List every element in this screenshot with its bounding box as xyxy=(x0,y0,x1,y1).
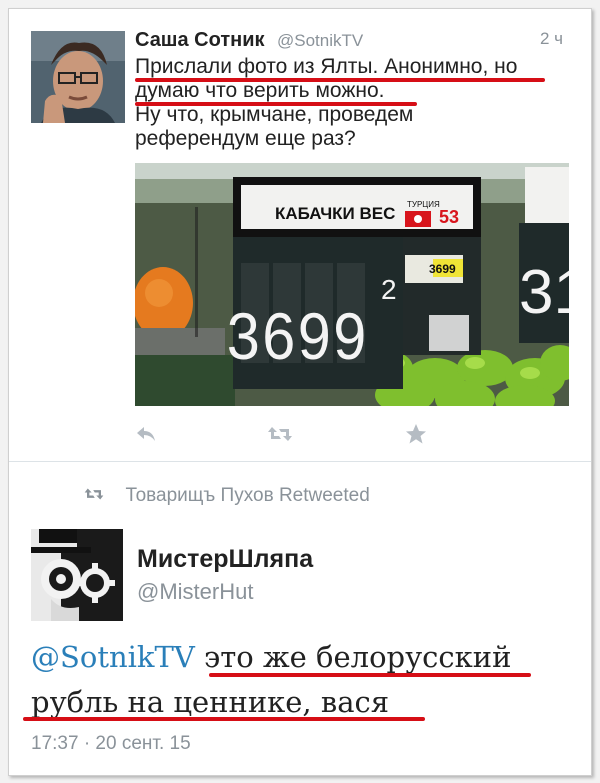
favorite-icon[interactable] xyxy=(405,423,427,451)
retweet-icon[interactable] xyxy=(267,423,293,449)
tweet-text-line: референдум еще раз? xyxy=(135,127,356,150)
red-underline xyxy=(23,717,425,721)
red-underline xyxy=(135,78,545,82)
author-name[interactable]: Саша Сотник xyxy=(135,29,265,52)
divider xyxy=(9,461,591,462)
price-country: ТУРЦИЯ xyxy=(407,200,440,209)
price-store-code: 53 xyxy=(439,207,459,227)
red-underline xyxy=(209,673,531,677)
retweeted-by[interactable]: Товарищъ Пухов Retweeted xyxy=(83,485,370,507)
avatar[interactable] xyxy=(31,529,123,621)
price-product-label: КАБАЧКИ ВЕС xyxy=(275,204,395,223)
tweet-photo[interactable]: КАБАЧКИ ВЕС ТУРЦИЯ 53 3699 2 3699 31 xyxy=(135,163,569,406)
tweet-text-line: думаю что верить можно. xyxy=(135,79,385,102)
tweet-text-line: Ну что, крымчане, проведем xyxy=(135,103,414,126)
price-sup: 2 xyxy=(381,274,397,305)
red-underline xyxy=(135,102,417,106)
retweet-icon xyxy=(83,488,109,505)
reply-icon[interactable] xyxy=(135,423,157,449)
mention-link[interactable]: @SotnikTV xyxy=(31,640,195,674)
author-handle[interactable]: @MisterHut xyxy=(137,579,253,605)
tweet-text-line: Прислали фото из Ялты. Анонимно, но xyxy=(135,55,518,78)
timestamp[interactable]: 2 ч xyxy=(540,29,563,49)
author-name[interactable]: МистерШляпа xyxy=(137,545,313,574)
avatar[interactable] xyxy=(31,31,125,123)
retweeted-by-label: Товарищъ Пухов Retweeted xyxy=(125,485,370,506)
tweet-text: @SotnikTV это же белорусский рубль на це… xyxy=(31,635,511,725)
price-small: 3699 xyxy=(429,262,456,276)
screenshot-frame: Саша Сотник @SotnikTV 2 ч Прислали фото … xyxy=(8,8,592,776)
tweet-text-fragment: это же белорусский xyxy=(194,640,512,674)
author-handle[interactable]: @SotnikTV xyxy=(277,31,363,51)
timestamp[interactable]: 17:37 · 20 сент. 15 xyxy=(31,733,191,755)
price-next: 31 xyxy=(519,258,569,327)
